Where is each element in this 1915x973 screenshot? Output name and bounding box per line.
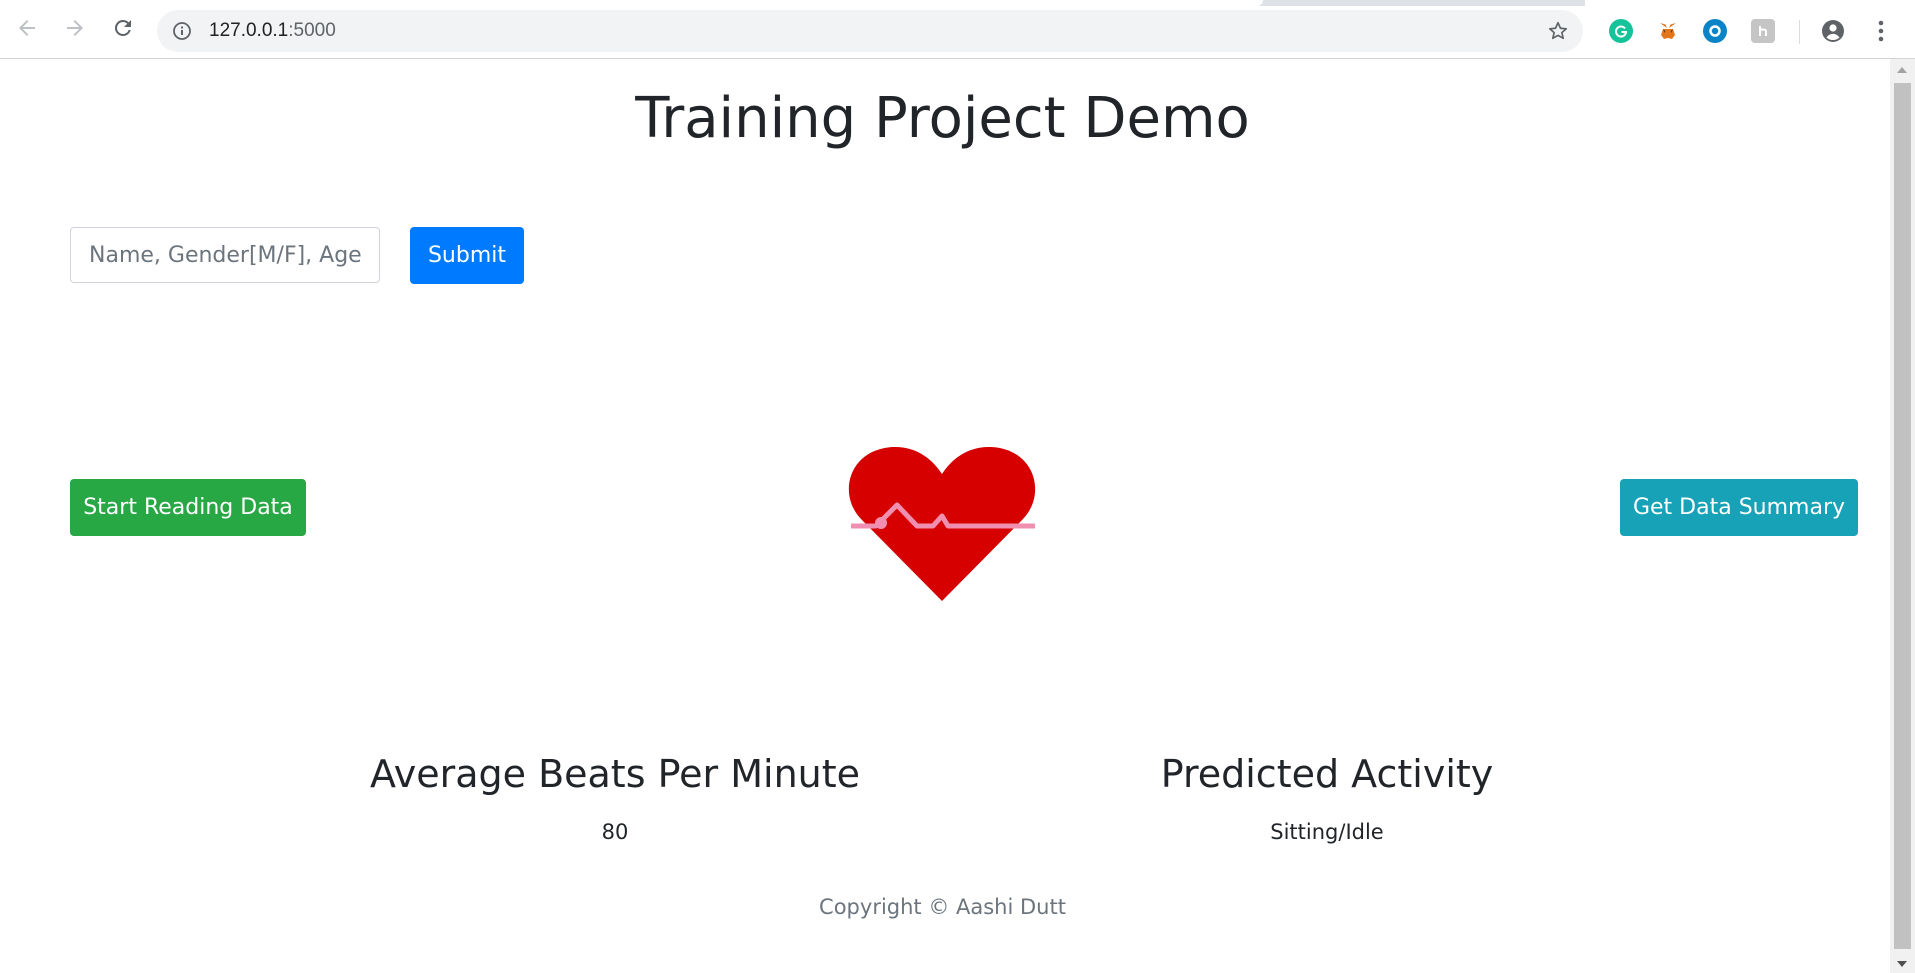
start-reading-data-button[interactable]: Start Reading Data <box>70 479 306 536</box>
reload-icon[interactable] <box>111 16 135 40</box>
get-data-summary-button[interactable]: Get Data Summary <box>1620 479 1858 536</box>
url-port: :5000 <box>288 20 336 41</box>
menu-kebab-icon[interactable] <box>1869 19 1893 43</box>
activity-heading: Predicted Activity <box>1160 752 1494 796</box>
back-icon[interactable] <box>15 16 39 40</box>
heartbeat-icon <box>845 434 1040 604</box>
pulse-dot <box>875 517 887 529</box>
site-info-icon[interactable] <box>172 21 192 41</box>
forward-icon[interactable] <box>63 16 87 40</box>
grammarly-icon[interactable] <box>1609 19 1633 43</box>
bookmark-star-icon[interactable] <box>1547 20 1569 42</box>
page-content: Training Project Demo Submit Start Readi… <box>0 59 1890 973</box>
toolbar-separator <box>1799 20 1800 44</box>
submit-button[interactable]: Submit <box>410 227 524 284</box>
h-extension-icon[interactable] <box>1751 19 1775 43</box>
name-gender-age-input[interactable] <box>70 227 380 283</box>
bpm-heading: Average Beats Per Minute <box>369 752 861 796</box>
circle-extension-icon[interactable] <box>1703 19 1727 43</box>
new-tab-area[interactable] <box>1585 0 1915 6</box>
scroll-up-arrow-icon[interactable] <box>1897 67 1907 73</box>
vertical-scrollbar[interactable] <box>1890 59 1915 973</box>
scrollbar-thumb[interactable] <box>1894 83 1911 949</box>
bpm-value: 80 <box>601 820 629 844</box>
profile-avatar-icon[interactable] <box>1821 19 1845 43</box>
url-text[interactable]: 127.0.0.1:5000 <box>209 20 336 42</box>
page-title: Training Project Demo <box>635 86 1250 151</box>
address-bar[interactable]: 127.0.0.1:5000 <box>157 10 1583 52</box>
copyright-footer: Copyright © Aashi Dutt <box>819 895 1066 919</box>
active-tab[interactable] <box>0 0 1263 6</box>
activity-value: Sitting/Idle <box>1270 820 1384 844</box>
metamask-icon[interactable] <box>1656 19 1680 43</box>
url-host: 127.0.0.1 <box>209 20 289 41</box>
scroll-down-arrow-icon[interactable] <box>1897 961 1907 967</box>
tab-strip <box>0 0 1915 6</box>
browser-toolbar: 127.0.0.1:5000 <box>0 0 1915 59</box>
